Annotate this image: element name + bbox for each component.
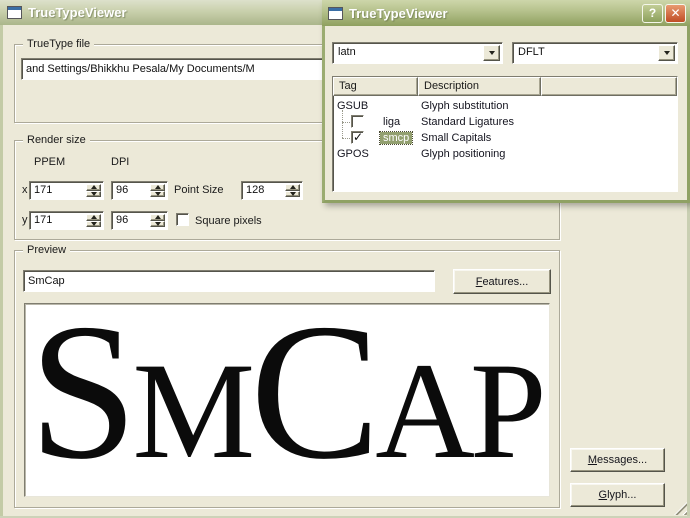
preview-group-label: Preview bbox=[23, 244, 71, 256]
truetypeviewer-app: TrueTypeViewer TrueType file Render size… bbox=[0, 0, 690, 518]
spin-down-button[interactable] bbox=[150, 190, 165, 197]
window-border-left bbox=[0, 25, 3, 518]
tree-line bbox=[342, 110, 343, 122]
application-icon bbox=[7, 6, 22, 19]
y-ppem-spinner[interactable]: 171 bbox=[29, 211, 104, 230]
combo-dropdown-button[interactable] bbox=[658, 45, 675, 61]
glyph-button-mnemonic: G bbox=[598, 489, 608, 501]
feature-description: Small Capitals bbox=[421, 132, 492, 144]
check-icon: ✓ bbox=[353, 130, 364, 144]
spin-down-button[interactable] bbox=[86, 220, 101, 227]
spin-down-button[interactable] bbox=[150, 220, 165, 227]
spin-down-icon bbox=[154, 191, 161, 196]
language-combobox[interactable]: DFLT bbox=[512, 42, 678, 64]
messages-button-mnemonic: M bbox=[587, 454, 598, 466]
liga-checkbox[interactable] bbox=[351, 115, 364, 128]
rendered-smallcap: M bbox=[132, 334, 255, 487]
y-row-label: y bbox=[22, 214, 28, 226]
feature-tag-selected: smcp bbox=[378, 131, 414, 145]
script-combobox-value: latn bbox=[338, 46, 356, 58]
dialog-icon bbox=[328, 6, 343, 20]
spin-down-button[interactable] bbox=[86, 190, 101, 197]
tree-line bbox=[342, 138, 350, 139]
description-column-header[interactable]: Description bbox=[418, 77, 541, 96]
messages-button-label: essages... bbox=[597, 454, 648, 466]
dialog-client-area: latn DFLT Tag Description GSUB Glyph sub… bbox=[325, 26, 687, 200]
truetype-file-group-label: TrueType file bbox=[23, 38, 95, 50]
glyph-preview-canvas: SMCAP bbox=[24, 303, 550, 497]
feature-description: Standard Ligatures bbox=[421, 116, 514, 128]
feature-tag: GPOS bbox=[337, 148, 369, 160]
messages-button[interactable]: Messages... bbox=[570, 448, 665, 472]
feature-row-liga[interactable]: liga Standard Ligatures bbox=[333, 110, 677, 130]
spin-up-icon bbox=[90, 185, 97, 190]
spin-down-icon bbox=[90, 191, 97, 196]
spin-down-icon bbox=[154, 221, 161, 226]
spin-down-icon bbox=[90, 221, 97, 226]
feature-row-gsub[interactable]: GSUB Glyph substitution bbox=[333, 98, 677, 114]
tree-line bbox=[342, 122, 350, 123]
features-button-label: eatures... bbox=[482, 275, 529, 288]
rendered-capital: S bbox=[29, 303, 137, 497]
x-ppem-spinner[interactable]: 171 bbox=[29, 181, 104, 200]
x-row-label: x bbox=[22, 184, 28, 196]
glyph-button[interactable]: Glyph... bbox=[570, 483, 665, 507]
main-window-title: TrueTypeViewer bbox=[28, 5, 127, 20]
chevron-down-icon bbox=[663, 51, 670, 55]
spin-up-icon bbox=[289, 185, 296, 190]
feature-table-header: Tag Description bbox=[333, 77, 677, 96]
spin-up-icon bbox=[154, 185, 161, 190]
ppem-column-label: PPEM bbox=[34, 156, 66, 168]
y-dpi-spinner[interactable]: 96 bbox=[111, 211, 168, 230]
x-dpi-spinner[interactable]: 96 bbox=[111, 181, 168, 200]
filler-column-header bbox=[541, 77, 677, 96]
script-combobox[interactable]: latn bbox=[332, 42, 503, 64]
render-size-group-label: Render size bbox=[23, 134, 90, 146]
rendered-sample-text: SMCAP bbox=[29, 303, 547, 497]
dialog-titlebar[interactable]: TrueTypeViewer ? ✕ bbox=[322, 0, 690, 26]
feature-description: Glyph positioning bbox=[421, 148, 506, 160]
feature-tag: liga bbox=[383, 116, 401, 128]
tag-column-header[interactable]: Tag bbox=[333, 77, 418, 96]
preview-text-input[interactable] bbox=[23, 270, 435, 292]
features-button[interactable]: Features... bbox=[453, 269, 551, 294]
point-size-label: Point Size bbox=[174, 184, 224, 196]
spin-up-icon bbox=[90, 215, 97, 220]
point-size-spinner[interactable]: 128 bbox=[241, 181, 303, 200]
close-icon: ✕ bbox=[670, 6, 681, 20]
glyph-button-label: lyph... bbox=[607, 489, 637, 501]
spin-down-button[interactable] bbox=[285, 190, 300, 197]
chevron-down-icon bbox=[488, 51, 495, 55]
spin-up-icon bbox=[154, 215, 161, 220]
tree-line bbox=[342, 122, 343, 138]
dpi-column-label: DPI bbox=[111, 156, 130, 168]
resize-grip[interactable] bbox=[674, 502, 687, 515]
combo-dropdown-button[interactable] bbox=[483, 45, 500, 61]
dialog-title: TrueTypeViewer bbox=[349, 5, 448, 21]
smcp-checkbox[interactable]: ✓ bbox=[351, 130, 364, 144]
rendered-capital: C bbox=[250, 303, 380, 497]
help-button[interactable]: ? bbox=[642, 3, 663, 23]
help-icon: ? bbox=[648, 6, 657, 20]
feature-row-smcp[interactable]: ✓ smcp Small Capitals bbox=[333, 122, 677, 146]
language-combobox-value: DFLT bbox=[518, 46, 545, 58]
rendered-smallcap: AP bbox=[375, 334, 546, 487]
square-pixels-label: Square pixels bbox=[195, 215, 262, 227]
close-button[interactable]: ✕ bbox=[665, 3, 686, 23]
square-pixels-checkbox[interactable] bbox=[176, 213, 189, 226]
feature-description: Glyph substitution bbox=[421, 100, 509, 112]
feature-table: Tag Description GSUB Glyph substitution … bbox=[332, 76, 678, 192]
spin-down-icon bbox=[289, 191, 296, 196]
feature-row-gpos[interactable]: GPOS Glyph positioning bbox=[333, 146, 677, 162]
features-dialog: TrueTypeViewer ? ✕ latn DFLT Tag Descrip… bbox=[322, 0, 690, 203]
